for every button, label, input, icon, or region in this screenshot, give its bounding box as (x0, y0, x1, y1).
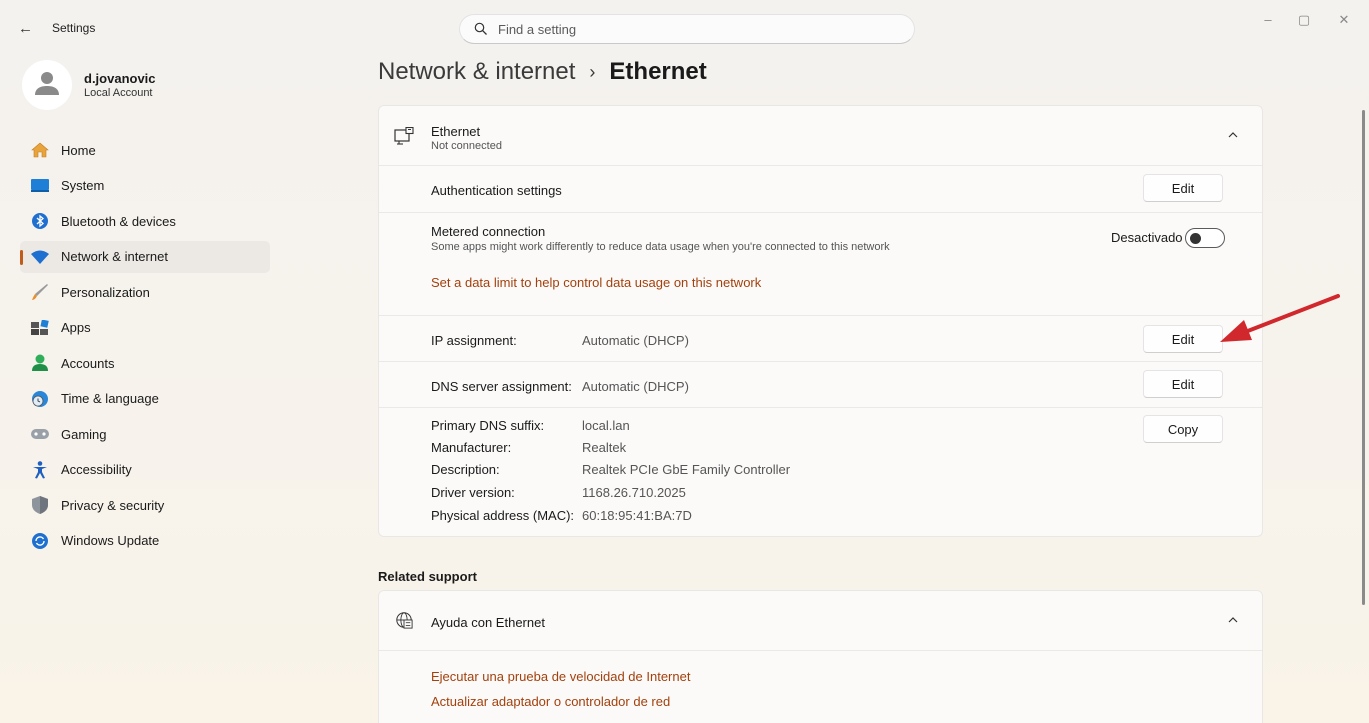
auth-edit-button[interactable]: Edit (1143, 174, 1223, 202)
divider (379, 361, 1262, 362)
brush-icon (30, 282, 50, 302)
sidebar-item-accessibility[interactable]: Accessibility (20, 454, 270, 486)
scrollbar[interactable] (1362, 110, 1365, 605)
ethernet-card: Ethernet Not connected Authentication se… (378, 105, 1263, 537)
breadcrumb-separator: › (589, 61, 596, 82)
support-link[interactable]: Actualizar adaptador o controlador de re… (431, 694, 670, 709)
sidebar-item-label: Home (61, 142, 96, 158)
sidebar-item-accounts[interactable]: Accounts (20, 347, 270, 379)
ethernet-card-header[interactable]: Ethernet Not connected (379, 106, 1262, 166)
chevron-up-icon[interactable] (1226, 613, 1240, 627)
ethernet-icon (394, 127, 414, 145)
toggle-knob (1190, 233, 1201, 244)
divider (379, 212, 1262, 213)
sidebar-nav: Home System Bluetooth & devices Network … (20, 134, 270, 560)
shield-icon (30, 495, 50, 515)
sidebar-item-label: Privacy & security (61, 497, 165, 513)
sidebar-item-label: Bluetooth & devices (61, 213, 176, 229)
apps-icon (30, 318, 50, 338)
copy-button[interactable]: Copy (1143, 415, 1223, 443)
title-bar: ← Settings – ▢ ✕ (0, 0, 1369, 58)
divider (379, 315, 1262, 316)
detail-label: Description: (431, 462, 500, 477)
support-link[interactable]: Ejecutar una prueba de velocidad de Inte… (431, 669, 690, 684)
sidebar-item-windows-update[interactable]: Windows Update (20, 525, 270, 557)
minimize-icon[interactable]: – (1258, 12, 1278, 27)
search-icon (474, 22, 487, 35)
metered-connection-label: Metered connection (431, 224, 546, 239)
app-title: Settings (52, 21, 96, 35)
ip-assignment-label: IP assignment: (431, 333, 517, 348)
profile-account-type: Local Account (84, 87, 153, 99)
related-support-title: Ayuda con Ethernet (431, 615, 545, 630)
divider (379, 407, 1262, 408)
data-limit-link[interactable]: Set a data limit to help control data us… (431, 275, 761, 290)
profile-name: d.jovanovic (84, 71, 156, 86)
sidebar-item-label: Time & language (61, 391, 159, 406)
detail-value: 1168.26.710.2025 (582, 485, 686, 500)
related-support-heading: Related support (378, 569, 477, 584)
avatar (22, 60, 72, 110)
sidebar-item-home[interactable]: Home (20, 134, 270, 166)
ethernet-title: Ethernet (431, 124, 481, 139)
page-title: Ethernet (609, 58, 707, 85)
sidebar-item-label: Gaming (61, 426, 107, 442)
sidebar-item-label: Accounts (61, 355, 115, 371)
wifi-icon (30, 247, 50, 267)
breadcrumb-parent[interactable]: Network & internet (378, 58, 575, 86)
back-arrow-icon[interactable]: ← (18, 19, 38, 39)
sidebar-item-bluetooth[interactable]: Bluetooth & devices (20, 205, 270, 237)
sidebar-item-system[interactable]: System (20, 170, 270, 202)
sidebar-item-time-language[interactable]: Time & language (20, 383, 270, 415)
globe-clock-icon (30, 389, 50, 409)
detail-value: Realtek PCIe GbE Family Controller (582, 462, 791, 477)
metered-connection-description: Some apps might work differently to redu… (431, 241, 890, 253)
user-profile[interactable]: d.jovanovic Local Account (22, 60, 156, 110)
home-icon (30, 140, 50, 160)
detail-label: Driver version: (431, 485, 515, 500)
metered-connection-toggle[interactable] (1185, 228, 1225, 248)
sidebar-item-label: Apps (61, 320, 91, 335)
related-support-header[interactable]: Ayuda con Ethernet (379, 591, 1262, 651)
sidebar-item-label: Windows Update (61, 533, 160, 548)
auth-settings-label: Authentication settings (431, 183, 562, 198)
detail-label: Manufacturer: (431, 440, 512, 455)
bluetooth-icon (30, 211, 50, 231)
sidebar-item-gaming[interactable]: Gaming (20, 418, 270, 450)
chevron-up-icon[interactable] (1226, 128, 1240, 142)
breadcrumb: Network & internet › Ethernet (378, 58, 707, 86)
detail-label: Primary DNS suffix: (431, 418, 545, 433)
annotation-arrow-icon (1220, 294, 1340, 342)
ethernet-status: Not connected (431, 140, 502, 152)
sidebar-item-label: Network & internet (61, 249, 168, 264)
related-support-card: Ayuda con Ethernet Ejecutar una prueba d… (378, 590, 1263, 723)
dns-assignment-value: Automatic (DHCP) (582, 379, 689, 394)
system-icon (30, 176, 50, 196)
sidebar-item-apps[interactable]: Apps (20, 312, 270, 344)
sidebar-item-network[interactable]: Network & internet (20, 240, 270, 273)
sidebar-item-label: Personalization (61, 284, 150, 300)
sidebar-item-privacy[interactable]: Privacy & security (20, 489, 270, 521)
person-icon (35, 72, 59, 95)
close-icon[interactable]: ✕ (1334, 12, 1354, 28)
sidebar-item-label: System (61, 178, 105, 193)
gamepad-icon (30, 424, 50, 444)
ip-assignment-value: Automatic (DHCP) (582, 333, 689, 348)
detail-label: Physical address (MAC): (431, 508, 575, 523)
update-icon (30, 531, 50, 551)
search-input[interactable] (498, 21, 914, 37)
search-box[interactable] (459, 14, 915, 44)
dns-edit-button[interactable]: Edit (1143, 370, 1223, 398)
accounts-icon (30, 353, 50, 373)
sidebar-item-personalization[interactable]: Personalization (20, 276, 270, 308)
detail-value: 60:18:95:41:BA:7D (582, 508, 692, 523)
accessibility-icon (30, 460, 50, 480)
globe-icon (396, 612, 413, 629)
detail-value: Realtek (582, 440, 627, 455)
sidebar-item-label: Accessibility (61, 462, 132, 477)
restore-icon[interactable]: ▢ (1294, 12, 1314, 28)
dns-assignment-label: DNS server assignment: (431, 379, 572, 394)
metered-toggle-state: Desactivado (1111, 230, 1183, 245)
detail-value: local.lan (582, 418, 630, 433)
